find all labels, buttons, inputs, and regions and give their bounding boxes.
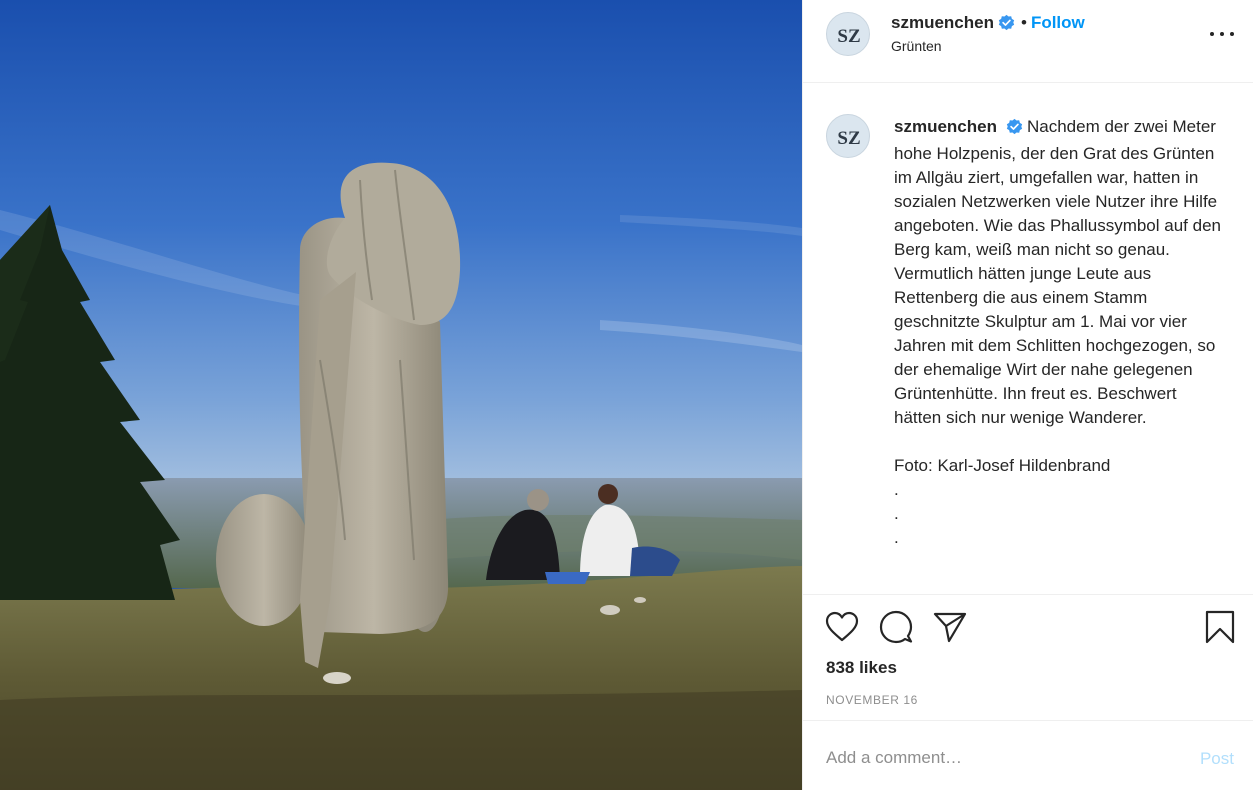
post-sidebar: SZ szmuenchen • Follow Grünten SZ szmuench… [802, 0, 1253, 790]
photo-credit: Foto: Karl-Josef Hildenbrand [894, 456, 1111, 475]
share-icon[interactable] [932, 609, 968, 645]
svg-text:SZ: SZ [837, 128, 860, 149]
verified-badge-icon [1006, 118, 1023, 142]
username-link[interactable]: szmuenchen [891, 13, 994, 32]
bookmark-icon[interactable] [1202, 609, 1238, 645]
avatar[interactable]: SZ [826, 12, 870, 56]
svg-text:SZ: SZ [837, 26, 860, 47]
sz-logo-icon: SZ [837, 26, 860, 47]
caption-dot: . [894, 528, 899, 547]
caption-dot: . [894, 504, 899, 523]
comments-section[interactable]: SZ szmuenchen Nachdem der zwei Meter hohe… [803, 84, 1253, 594]
post-header: SZ szmuenchen • Follow Grünten [803, 0, 1253, 83]
caption-avatar[interactable]: SZ [826, 114, 870, 158]
caption-text: Nachdem der zwei Meter hohe Holzpenis, d… [894, 117, 1221, 427]
post-date[interactable]: NOVEMBER 16 [826, 693, 918, 707]
heart-icon[interactable] [824, 609, 860, 645]
post-photo[interactable] [0, 0, 802, 790]
post-actions: 838 likes NOVEMBER 16 [803, 594, 1253, 720]
more-options-icon[interactable] [1210, 24, 1234, 44]
photo-image [0, 0, 802, 790]
caption-dot: . [894, 480, 899, 499]
header-user-line: szmuenchen • Follow [891, 12, 1085, 37]
verified-badge-icon [998, 14, 1015, 37]
location-link[interactable]: Grünten [891, 38, 942, 54]
post-caption: szmuenchen Nachdem der zwei Meter hohe Ho… [894, 115, 1224, 550]
post-comment-button[interactable]: Post [1200, 749, 1234, 769]
sz-logo-icon: SZ [837, 128, 860, 149]
caption-username-link[interactable]: szmuenchen [894, 117, 997, 136]
more-dot [1220, 32, 1224, 36]
comment-icon[interactable] [878, 609, 914, 645]
more-dot [1210, 32, 1214, 36]
follow-button[interactable]: Follow [1031, 13, 1085, 32]
more-dot [1230, 32, 1234, 36]
likes-count[interactable]: 838 likes [826, 658, 897, 678]
separator-dot: • [1020, 13, 1027, 32]
add-comment-form: Post [803, 720, 1253, 790]
comment-input[interactable] [826, 745, 1166, 771]
caption-dots: . . . [894, 478, 1224, 550]
